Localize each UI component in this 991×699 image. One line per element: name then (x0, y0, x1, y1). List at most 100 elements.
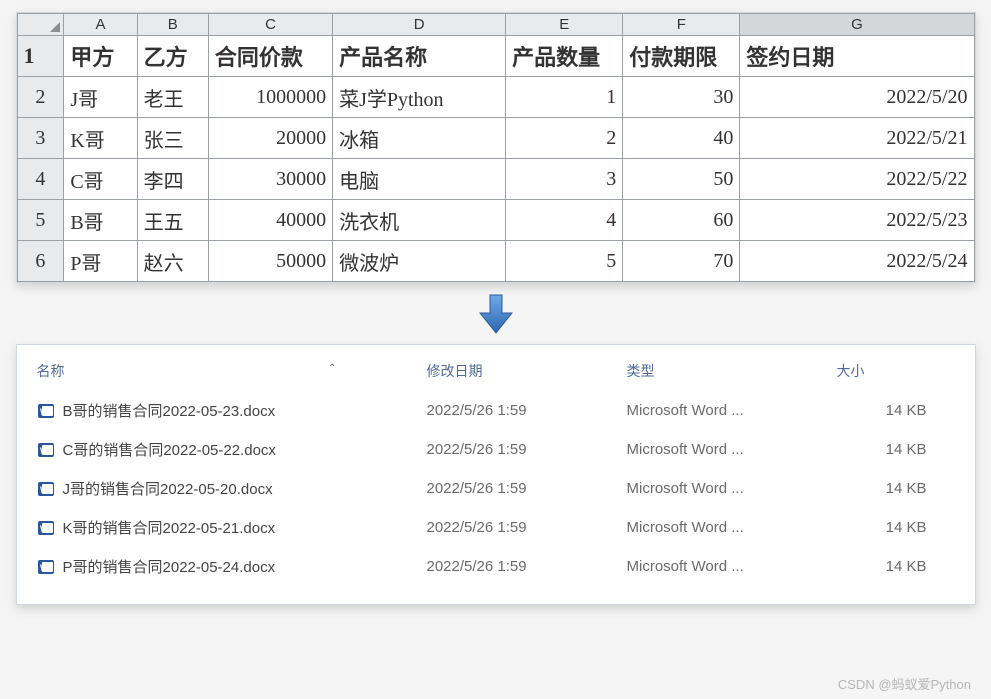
cell-F3[interactable]: 40 (623, 118, 740, 159)
col-header-F[interactable]: F (623, 14, 740, 36)
column-header-row: A B C D E F G (17, 14, 974, 36)
file-name: B哥的销售合同2022-05-23.docx (63, 400, 276, 421)
row-header-6[interactable]: 6 (17, 241, 64, 282)
col-header-D[interactable]: D (333, 14, 506, 36)
cell-B3[interactable]: 张三 (137, 118, 208, 159)
file-type: Microsoft Word ... (627, 441, 837, 458)
file-size: 14 KB (837, 402, 937, 419)
col-header-A[interactable]: A (64, 14, 137, 36)
docx-icon: W (37, 441, 55, 459)
cell-F4[interactable]: 50 (623, 159, 740, 200)
svg-text:W: W (40, 485, 49, 495)
docx-icon: W (37, 558, 55, 576)
row-header-1[interactable]: 1 (17, 36, 64, 77)
table-row: 5 B哥 王五 40000 洗衣机 4 60 2022/5/23 (17, 200, 974, 241)
cell-C1[interactable]: 合同价款 (208, 36, 332, 77)
file-name: K哥的销售合同2022-05-21.docx (63, 517, 276, 538)
cell-A4[interactable]: C哥 (64, 159, 137, 200)
cell-D2[interactable]: 菜J学Python (333, 77, 506, 118)
file-row[interactable]: W P哥的销售合同2022-05-24.docx 2022/5/26 1:59 … (37, 547, 955, 586)
docx-icon: W (37, 402, 55, 420)
cell-G1[interactable]: 签约日期 (740, 36, 974, 77)
explorer-header: 名称 ⌃ 修改日期 类型 大小 (37, 355, 955, 391)
cell-C4[interactable]: 30000 (208, 159, 332, 200)
file-name: C哥的销售合同2022-05-22.docx (63, 439, 276, 460)
column-header-size[interactable]: 大小 (837, 361, 937, 381)
cell-F5[interactable]: 60 (623, 200, 740, 241)
cell-A2[interactable]: J哥 (64, 77, 137, 118)
table-row: 3 K哥 张三 20000 冰箱 2 40 2022/5/21 (17, 118, 974, 159)
col-header-C[interactable]: C (208, 14, 332, 36)
cell-D1[interactable]: 产品名称 (333, 36, 506, 77)
cell-A5[interactable]: B哥 (64, 200, 137, 241)
cell-E4[interactable]: 3 (506, 159, 623, 200)
table-row: 6 P哥 赵六 50000 微波炉 5 70 2022/5/24 (17, 241, 974, 282)
file-name: P哥的销售合同2022-05-24.docx (63, 556, 276, 577)
cell-B1[interactable]: 乙方 (137, 36, 208, 77)
svg-text:W: W (40, 524, 49, 534)
cell-A6[interactable]: P哥 (64, 241, 137, 282)
cell-B2[interactable]: 老王 (137, 77, 208, 118)
select-all-corner[interactable] (17, 14, 64, 36)
cell-E6[interactable]: 5 (506, 241, 623, 282)
cell-G4[interactable]: 2022/5/22 (740, 159, 974, 200)
row-header-3[interactable]: 3 (17, 118, 64, 159)
col-header-G[interactable]: G (740, 14, 974, 36)
cell-G2[interactable]: 2022/5/20 (740, 77, 974, 118)
cell-E3[interactable]: 2 (506, 118, 623, 159)
file-row[interactable]: W C哥的销售合同2022-05-22.docx 2022/5/26 1:59 … (37, 430, 955, 469)
cell-C5[interactable]: 40000 (208, 200, 332, 241)
cell-D5[interactable]: 洗衣机 (333, 200, 506, 241)
cell-D4[interactable]: 电脑 (333, 159, 506, 200)
table-row: 1 甲方 乙方 合同价款 产品名称 产品数量 付款期限 签约日期 (17, 36, 974, 77)
cell-B5[interactable]: 王五 (137, 200, 208, 241)
file-row[interactable]: W K哥的销售合同2022-05-21.docx 2022/5/26 1:59 … (37, 508, 955, 547)
cell-F2[interactable]: 30 (623, 77, 740, 118)
file-type: Microsoft Word ... (627, 480, 837, 497)
column-header-name-label: 名称 (37, 363, 65, 379)
cell-B4[interactable]: 李四 (137, 159, 208, 200)
row-header-2[interactable]: 2 (17, 77, 64, 118)
file-modified: 2022/5/26 1:59 (427, 519, 627, 536)
cell-G5[interactable]: 2022/5/23 (740, 200, 974, 241)
cell-E1[interactable]: 产品数量 (506, 36, 623, 77)
cell-D3[interactable]: 冰箱 (333, 118, 506, 159)
cell-F1[interactable]: 付款期限 (623, 36, 740, 77)
svg-text:W: W (40, 407, 49, 417)
file-row[interactable]: W B哥的销售合同2022-05-23.docx 2022/5/26 1:59 … (37, 391, 955, 430)
cell-C2[interactable]: 1000000 (208, 77, 332, 118)
row-header-5[interactable]: 5 (17, 200, 64, 241)
col-header-B[interactable]: B (137, 14, 208, 36)
cell-A3[interactable]: K哥 (64, 118, 137, 159)
col-header-E[interactable]: E (506, 14, 623, 36)
docx-icon: W (37, 480, 55, 498)
file-row[interactable]: W J哥的销售合同2022-05-20.docx 2022/5/26 1:59 … (37, 469, 955, 508)
cell-G3[interactable]: 2022/5/21 (740, 118, 974, 159)
spreadsheet-grid[interactable]: A B C D E F G 1 甲方 乙方 合同价款 产品名称 产品数量 付款期… (17, 13, 975, 282)
svg-text:W: W (40, 563, 49, 573)
docx-icon: W (37, 519, 55, 537)
cell-E2[interactable]: 1 (506, 77, 623, 118)
cell-C3[interactable]: 20000 (208, 118, 332, 159)
cell-D6[interactable]: 微波炉 (333, 241, 506, 282)
arrow-down-icon (16, 291, 976, 338)
sort-caret-icon: ⌃ (328, 363, 336, 374)
file-size: 14 KB (837, 480, 937, 497)
file-modified: 2022/5/26 1:59 (427, 558, 627, 575)
column-header-name[interactable]: 名称 ⌃ (37, 361, 427, 381)
column-header-modified[interactable]: 修改日期 (427, 361, 627, 381)
row-header-4[interactable]: 4 (17, 159, 64, 200)
file-explorer-panel: 名称 ⌃ 修改日期 类型 大小 W B哥的销售合同2022-05-23.docx… (16, 344, 976, 605)
file-size: 14 KB (837, 519, 937, 536)
cell-B6[interactable]: 赵六 (137, 241, 208, 282)
cell-F6[interactable]: 70 (623, 241, 740, 282)
file-modified: 2022/5/26 1:59 (427, 480, 627, 497)
table-row: 4 C哥 李四 30000 电脑 3 50 2022/5/22 (17, 159, 974, 200)
cell-E5[interactable]: 4 (506, 200, 623, 241)
cell-A1[interactable]: 甲方 (64, 36, 137, 77)
cell-C6[interactable]: 50000 (208, 241, 332, 282)
svg-text:W: W (40, 446, 49, 456)
cell-G6[interactable]: 2022/5/24 (740, 241, 974, 282)
table-row: 2 J哥 老王 1000000 菜J学Python 1 30 2022/5/20 (17, 77, 974, 118)
column-header-type[interactable]: 类型 (627, 361, 837, 381)
